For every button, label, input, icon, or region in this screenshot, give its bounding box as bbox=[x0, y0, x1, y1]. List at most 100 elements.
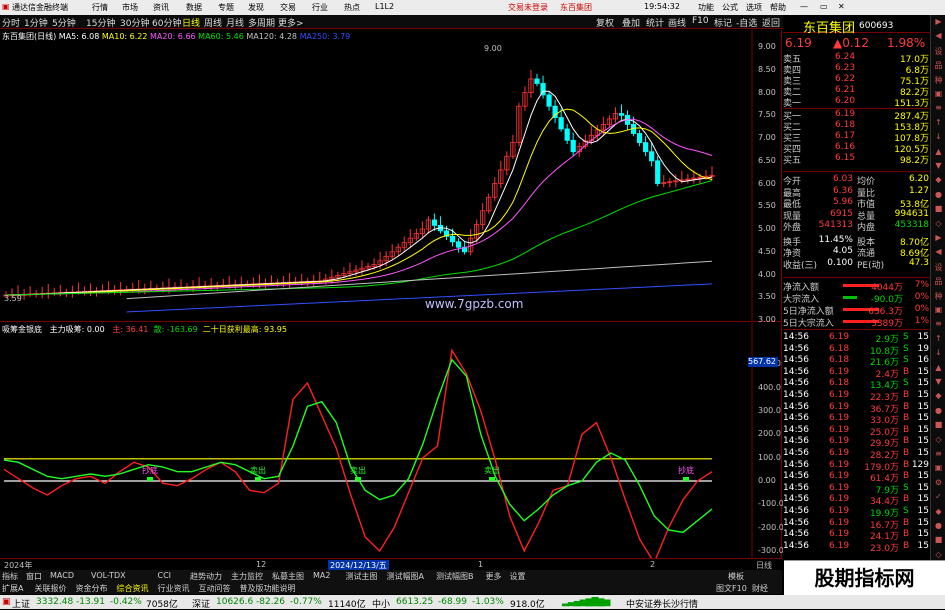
period-multi[interactable]: 多周期 bbox=[248, 16, 275, 29]
sidebar-icon[interactable]: 设 bbox=[933, 46, 944, 60]
sidebar-icon[interactable]: 品 bbox=[933, 276, 944, 290]
menu-gs[interactable]: 公式 bbox=[722, 2, 738, 13]
indicator-tab-13[interactable]: 设置 bbox=[510, 571, 526, 582]
sidebar-icon[interactable]: ↓ bbox=[933, 348, 944, 362]
sidebar-icon[interactable]: ↑ bbox=[933, 334, 944, 348]
sidebar-icon[interactable]: ▼ bbox=[933, 161, 944, 175]
ext-tab-4[interactable]: 行业资讯 bbox=[158, 583, 190, 594]
period-fs[interactable]: 分时 bbox=[2, 16, 20, 29]
sidebar-icon[interactable]: ▶ bbox=[933, 233, 944, 247]
indicator-tab-12[interactable]: 更多 bbox=[486, 571, 502, 582]
indicator-tab-6[interactable]: 主力监控 bbox=[231, 571, 263, 582]
period-30m[interactable]: 30分钟 bbox=[120, 16, 149, 29]
sidebar-icon[interactable]: ◇ bbox=[933, 219, 944, 233]
action-zx[interactable]: -自选 bbox=[736, 16, 757, 29]
sidebar-icon[interactable]: ≡ bbox=[933, 319, 944, 333]
ext-tab-0[interactable]: 扩展A bbox=[2, 583, 23, 594]
period-day[interactable]: 日线 bbox=[182, 16, 200, 29]
sidebar-icon[interactable]: ≡ bbox=[933, 449, 944, 463]
period-more[interactable]: 更多> bbox=[278, 16, 304, 29]
sidebar-icon[interactable]: ◇ bbox=[933, 435, 944, 449]
period-week[interactable]: 周线 bbox=[204, 16, 222, 29]
action-dj[interactable]: 叠加 bbox=[622, 16, 640, 29]
sidebar-icon[interactable]: ◆ bbox=[933, 507, 944, 521]
window-minimize-icon[interactable]: — bbox=[800, 2, 808, 11]
sidebar-icon[interactable]: ▲ bbox=[933, 363, 944, 377]
trade-login-link[interactable]: 交易未登录 bbox=[508, 2, 548, 13]
indicator-tab-11[interactable]: 测试幅图B bbox=[436, 571, 474, 582]
sidebar-icon[interactable]: ■ bbox=[933, 535, 944, 549]
menu-xx[interactable]: 选项 bbox=[746, 2, 762, 13]
sidebar-icon[interactable]: ◆ bbox=[933, 391, 944, 405]
menu-jy[interactable]: 交易 bbox=[280, 2, 296, 13]
zx-label[interactable]: 中小 bbox=[372, 597, 390, 610]
ext-tab-2[interactable]: 资金分布 bbox=[76, 583, 108, 594]
menu-hq[interactable]: 行情 bbox=[92, 2, 108, 13]
stock-link[interactable]: 东百集团 bbox=[560, 2, 592, 13]
period-month[interactable]: 月线 bbox=[226, 16, 244, 29]
right-tab-2[interactable]: 财经 bbox=[752, 583, 768, 594]
sidebar-icon[interactable]: ≡ bbox=[933, 103, 944, 117]
indicator-tab-8[interactable]: MA2 bbox=[313, 571, 330, 580]
ext-tab-1[interactable]: 关联报价 bbox=[35, 583, 67, 594]
action-tj[interactable]: 统计 bbox=[646, 16, 664, 29]
sidebar-icon[interactable]: 种 bbox=[933, 291, 944, 305]
indicator-tab-3[interactable]: VOL-TDX bbox=[91, 571, 126, 580]
action-hx[interactable]: 画线 bbox=[668, 16, 686, 29]
indicator-tab-2[interactable]: MACD bbox=[50, 571, 74, 580]
action-fh[interactable]: 返回 bbox=[762, 16, 780, 29]
period-60m[interactable]: 60分钟 bbox=[152, 16, 181, 29]
sidebar-icon[interactable]: 设 bbox=[933, 262, 944, 276]
action-f10[interactable]: F10 bbox=[692, 16, 709, 26]
menu-zt[interactable]: 专题 bbox=[218, 2, 234, 13]
menu-zx[interactable]: 资讯 bbox=[153, 2, 169, 13]
sidebar-icon[interactable]: ▣ bbox=[933, 305, 944, 319]
sidebar-icon[interactable]: ↓ bbox=[933, 132, 944, 146]
menu-bz[interactable]: 帮助 bbox=[770, 2, 786, 13]
action-bj[interactable]: 标记 bbox=[714, 16, 732, 29]
sidebar-icon[interactable]: ⚙ bbox=[933, 478, 944, 492]
sidebar-icon[interactable]: ▣ bbox=[933, 463, 944, 477]
sidebar-icon[interactable]: ▶ bbox=[933, 17, 944, 31]
window-restore-icon[interactable]: ▭ bbox=[820, 2, 828, 11]
sidebar-icon[interactable]: ● bbox=[933, 406, 944, 420]
menu-gn[interactable]: 功能 bbox=[698, 2, 714, 13]
sidebar-icon[interactable]: 种 bbox=[933, 75, 944, 89]
indicator-tab-1[interactable]: 窗口 bbox=[26, 571, 42, 582]
menu-rd[interactable]: 热点 bbox=[344, 2, 360, 13]
sidebar-icon[interactable]: ↑ bbox=[933, 118, 944, 132]
ext-tab-3[interactable]: 综合资讯 bbox=[117, 583, 149, 594]
sidebar-icon[interactable]: ▲ bbox=[933, 147, 944, 161]
indicator-tab-4[interactable]: CCI bbox=[158, 571, 172, 580]
template-tab[interactable]: 模板 bbox=[728, 571, 744, 582]
ext-tab-6[interactable]: 普及版功能说明 bbox=[240, 583, 296, 594]
sidebar-icon[interactable]: ■ bbox=[933, 204, 944, 218]
sidebar-icon[interactable]: ▼ bbox=[933, 377, 944, 391]
sidebar-icon[interactable]: 品 bbox=[933, 60, 944, 74]
right-tab-1[interactable]: 图文F10 bbox=[716, 583, 747, 594]
indicator-chart[interactable]: 吸筹金银底 主力吸筹: 0.00 主: 36.41 散: -163.69 二十日… bbox=[0, 323, 784, 558]
sidebar-icon[interactable]: ■ bbox=[933, 420, 944, 434]
indicator-tab-7[interactable]: 私募主图 bbox=[272, 571, 304, 582]
period-15m[interactable]: 15分钟 bbox=[86, 16, 115, 29]
sidebar-icon[interactable]: ▣ bbox=[933, 89, 944, 103]
menu-fx[interactable]: 发现 bbox=[248, 2, 264, 13]
sh-label[interactable]: 上证 bbox=[12, 597, 30, 610]
menu-hy[interactable]: 行业 bbox=[312, 2, 328, 13]
ext-tab-5[interactable]: 互动问答 bbox=[199, 583, 231, 594]
menu-sj[interactable]: 数据 bbox=[186, 2, 202, 13]
sidebar-icon[interactable]: ◀ bbox=[933, 31, 944, 45]
sidebar-icon[interactable]: ● bbox=[933, 190, 944, 204]
indicator-tab-9[interactable]: 测试主图 bbox=[346, 571, 378, 582]
indicator-tab-5[interactable]: 趋势动力 bbox=[190, 571, 222, 582]
kline-chart[interactable]: 东百集团(日线) MA5: 6.08 MA10: 6.22 MA20: 6.66… bbox=[0, 30, 782, 324]
indicator-tab-10[interactable]: 测试幅图A bbox=[387, 571, 424, 582]
sidebar-icon[interactable]: ◆ bbox=[933, 175, 944, 189]
indicator-tab-0[interactable]: 指标 bbox=[2, 571, 18, 582]
menu-l1l2[interactable]: L1L2 bbox=[375, 2, 394, 11]
sidebar-icon[interactable]: ✓ bbox=[933, 492, 944, 506]
window-close-icon[interactable]: ✕ bbox=[838, 2, 845, 11]
period-1m[interactable]: 1分钟 bbox=[24, 16, 48, 29]
action-fq[interactable]: 复权 bbox=[596, 16, 614, 29]
sz-label[interactable]: 深证 bbox=[192, 597, 210, 610]
